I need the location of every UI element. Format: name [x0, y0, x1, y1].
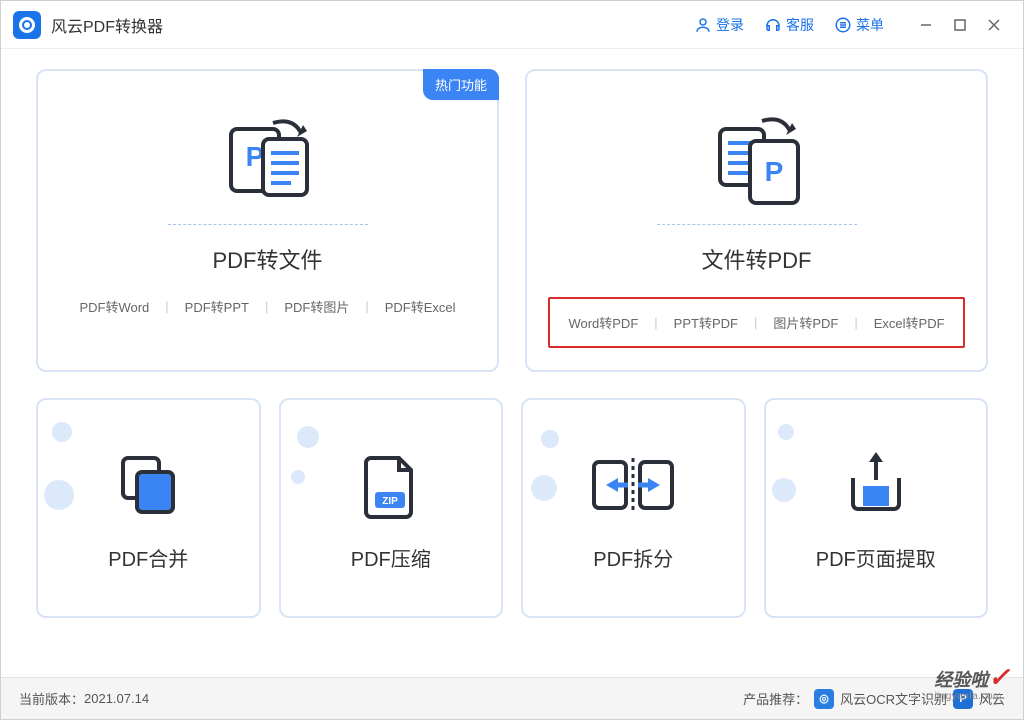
- card-file-to-pdf[interactable]: P 文件转PDF Word转PDF| PPT转PDF| 图片转PDF| Exce…: [525, 69, 988, 372]
- login-label: 登录: [716, 15, 744, 35]
- compress-icon: ZIP: [361, 445, 421, 525]
- bottom-row: PDF合并 ZIP PDF压缩: [36, 398, 988, 618]
- opt-image-to-pdf[interactable]: 图片转PDF: [765, 313, 846, 332]
- menu-label: 菜单: [856, 15, 884, 35]
- dot-decoration: [772, 478, 796, 502]
- opt-pdf-to-excel[interactable]: PDF转Excel: [377, 297, 464, 316]
- opt-pdf-to-word[interactable]: PDF转Word: [71, 297, 157, 316]
- dot-decoration: [52, 422, 72, 442]
- app-logo-icon: [13, 11, 41, 39]
- card-pdf-to-file[interactable]: 热门功能 P PDF转文件: [36, 69, 499, 372]
- dot-decoration: [44, 480, 74, 510]
- menu-button[interactable]: 菜单: [834, 15, 884, 35]
- recommend-ocr[interactable]: 风云OCR文字识别: [840, 689, 947, 708]
- merge-icon: [113, 445, 183, 525]
- card-pdf-extract[interactable]: PDF页面提取: [764, 398, 989, 618]
- user-icon: [694, 16, 712, 34]
- minimize-button[interactable]: [911, 10, 941, 40]
- opt-excel-to-pdf[interactable]: Excel转PDF: [866, 313, 953, 332]
- ocr-badge-icon: ◎: [814, 689, 834, 709]
- card-title: PDF拆分: [593, 543, 673, 572]
- app-title: 风云PDF转换器: [51, 13, 163, 37]
- footer: 当前版本： 2021.07.14 产品推荐： ◎ 风云OCR文字识别 P 风云: [1, 677, 1023, 719]
- maximize-button[interactable]: [945, 10, 975, 40]
- watermark-url: jingyanla.com: [934, 691, 1010, 702]
- svg-text:ZIP: ZIP: [382, 496, 398, 507]
- dot-decoration: [297, 426, 319, 448]
- support-label: 客服: [786, 15, 814, 35]
- pdf-to-file-options: PDF转Word| PDF转PPT| PDF转图片| PDF转Excel: [71, 297, 463, 316]
- recommend-label: 产品推荐：: [743, 689, 808, 708]
- dot-decoration: [531, 475, 557, 501]
- dot-decoration: [291, 470, 305, 484]
- menu-icon: [834, 16, 852, 34]
- divider: [168, 224, 368, 225]
- close-button[interactable]: [979, 10, 1009, 40]
- opt-word-to-pdf[interactable]: Word转PDF: [560, 313, 646, 332]
- opt-ppt-to-pdf[interactable]: PPT转PDF: [666, 313, 746, 332]
- version-label: 当前版本：: [19, 689, 84, 708]
- top-row: 热门功能 P PDF转文件: [36, 69, 988, 372]
- login-button[interactable]: 登录: [694, 15, 744, 35]
- dot-decoration: [541, 430, 559, 448]
- file-to-pdf-icon: P: [702, 106, 812, 216]
- card-pdf-merge[interactable]: PDF合并: [36, 398, 261, 618]
- hot-badge: 热门功能: [423, 69, 499, 100]
- card-title: PDF页面提取: [816, 543, 936, 572]
- window-controls: [909, 10, 1011, 40]
- headset-icon: [764, 16, 782, 34]
- opt-pdf-to-image[interactable]: PDF转图片: [276, 297, 357, 316]
- card-title: PDF压缩: [351, 543, 431, 572]
- pdf-to-file-icon: P: [213, 106, 323, 216]
- split-icon: [588, 445, 678, 525]
- file-to-pdf-options-highlighted: Word转PDF| PPT转PDF| 图片转PDF| Excel转PDF: [548, 297, 964, 348]
- dot-decoration: [778, 424, 794, 440]
- opt-pdf-to-ppt[interactable]: PDF转PPT: [177, 297, 257, 316]
- divider: [657, 224, 857, 225]
- content-area: 热门功能 P PDF转文件: [1, 49, 1023, 677]
- version-value: 2021.07.14: [84, 691, 149, 706]
- svg-text:P: P: [764, 156, 783, 187]
- card-title: 文件转PDF: [701, 243, 811, 275]
- watermark-brand: 经验啦: [934, 670, 988, 690]
- card-pdf-compress[interactable]: ZIP PDF压缩: [279, 398, 504, 618]
- card-pdf-split[interactable]: PDF拆分: [521, 398, 746, 618]
- support-button[interactable]: 客服: [764, 15, 814, 35]
- watermark: 经验啦✓ jingyanla.com: [934, 662, 1010, 702]
- card-title: PDF合并: [108, 543, 188, 572]
- card-title: PDF转文件: [212, 243, 322, 275]
- titlebar: 风云PDF转换器 登录 客服 菜单: [1, 1, 1023, 49]
- extract-icon: [841, 445, 911, 525]
- app-window: 风云PDF转换器 登录 客服 菜单: [0, 0, 1024, 720]
